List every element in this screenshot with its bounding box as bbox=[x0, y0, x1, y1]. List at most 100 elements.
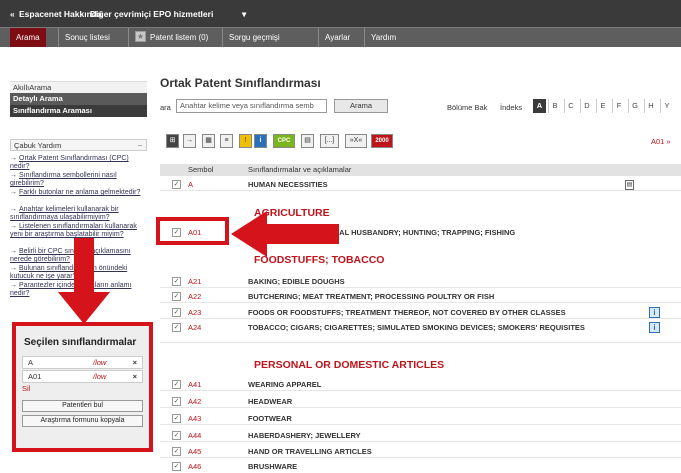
row-checkbox[interactable]: ✓ bbox=[172, 397, 181, 406]
search-input[interactable]: Anahtar kelime veya sınıflandırma semb bbox=[176, 99, 327, 113]
search-label: ara bbox=[160, 103, 171, 112]
table-row: ✓ A44 HABERDASHERY; JEWELLERY bbox=[160, 429, 681, 442]
class-code-link[interactable]: A42 bbox=[188, 395, 201, 408]
class-code-link[interactable]: A44 bbox=[188, 429, 201, 442]
remove-icon[interactable]: × bbox=[133, 357, 137, 368]
tab-query-history[interactable]: Sorgu geçmişi bbox=[222, 28, 286, 47]
class-description: HAND OR TRAVELLING ARTICLES bbox=[248, 447, 372, 456]
nav-advanced-search[interactable]: Detaylı Arama bbox=[10, 93, 147, 105]
star-icon: ★ bbox=[135, 31, 146, 43]
index-letter-h[interactable]: H bbox=[644, 99, 657, 113]
help-link[interactable]: → Ortak Patent Sınıflandırması (CPC) nedi… bbox=[10, 155, 145, 171]
tab-my-patents[interactable]: ★ Patent listem (0) bbox=[128, 28, 214, 47]
collapse-icon[interactable]: – bbox=[138, 139, 142, 151]
clear-link[interactable]: Sil bbox=[22, 384, 30, 393]
selected-code: A bbox=[28, 358, 34, 367]
table-row: ✓ A42 HEADWEAR bbox=[160, 395, 681, 408]
row-checkbox[interactable]: ✓ bbox=[172, 180, 181, 189]
next-class-link[interactable]: A01 » bbox=[651, 137, 671, 146]
class-description: HEADWEAR bbox=[248, 397, 293, 406]
class-description: BUTCHERING; MEAT TREATMENT; PROCESSING P… bbox=[248, 292, 495, 301]
chevron-down-icon[interactable]: ▾ bbox=[242, 9, 246, 20]
help-link[interactable]: → Anahtar kelimeleri kullanarak bir sınıf… bbox=[10, 206, 145, 222]
class-code-link[interactable]: A24 bbox=[188, 321, 201, 334]
row-checkbox[interactable]: ✓ bbox=[172, 447, 181, 456]
selected-code: A01 bbox=[28, 372, 42, 381]
class-code-link[interactable]: A43 bbox=[188, 412, 201, 425]
info-icon[interactable]: i bbox=[649, 322, 660, 333]
other-services-menu[interactable]: Diğer çevrimiçi EPO hizmetleri bbox=[90, 9, 213, 19]
document-icon[interactable]: ▤ bbox=[625, 180, 634, 190]
section-heading: PERSONAL OR DOMESTIC ARTICLES bbox=[254, 359, 445, 371]
class-code-link[interactable]: A22 bbox=[188, 290, 201, 303]
index-letter-e[interactable]: E bbox=[596, 99, 609, 113]
view-low-link[interactable]: /low bbox=[93, 371, 106, 382]
help-link[interactable]: → Sınıflandırma sembollerini nasıl girebi… bbox=[10, 172, 145, 188]
tab-settings[interactable]: Ayarlar bbox=[318, 28, 356, 47]
index-letter-f[interactable]: F bbox=[612, 99, 625, 113]
tab-result-list[interactable]: Sonuç listesi bbox=[58, 28, 116, 47]
class-code-link[interactable]: A45 bbox=[188, 445, 201, 458]
class-description: BRUSHWARE bbox=[248, 462, 298, 471]
search-button[interactable]: Arama bbox=[334, 99, 388, 113]
index-letter-a[interactable]: A bbox=[533, 99, 546, 113]
info-icon[interactable]: i bbox=[649, 307, 660, 318]
concordance-icon[interactable]: »X« bbox=[345, 134, 367, 148]
info-icon[interactable]: i bbox=[254, 134, 267, 148]
row-checkbox[interactable]: ✓ bbox=[172, 462, 181, 471]
table-row: ✓ A21 BAKING; EDIBLE DOUGHS bbox=[160, 275, 681, 288]
back-icon[interactable]: « bbox=[10, 9, 15, 19]
quick-help-title: Çabuk Yardım bbox=[14, 141, 62, 150]
arrow-left-icon bbox=[231, 211, 339, 257]
class-description: HUMAN NECESSITIES bbox=[248, 180, 328, 189]
nav-classification-search[interactable]: Sınıflandırma Araması bbox=[10, 105, 147, 117]
remove-icon[interactable]: × bbox=[133, 371, 137, 382]
quick-help-header[interactable]: Çabuk Yardım – bbox=[10, 139, 147, 151]
tab-help[interactable]: Yardım bbox=[364, 28, 402, 47]
class-code-link[interactable]: A41 bbox=[188, 378, 201, 391]
tab-search[interactable]: Arama bbox=[10, 28, 46, 47]
column-description: Sınıflandırmalar ve açıklamalar bbox=[248, 165, 352, 174]
help-link[interactable]: → Listelenen sınıflandırmaları kullanarak… bbox=[10, 223, 145, 239]
row-checkbox[interactable]: ✓ bbox=[172, 308, 181, 317]
class-code-link[interactable]: A bbox=[188, 178, 193, 191]
grid-view-icon[interactable]: ▦ bbox=[202, 134, 215, 148]
table-icon[interactable]: ▤ bbox=[301, 134, 314, 148]
row-checkbox[interactable]: ✓ bbox=[172, 277, 181, 286]
expand-all-icon[interactable]: ⊞ bbox=[166, 134, 179, 148]
table-row: ✓ A24 TOBACCO; CIGARS; CIGARETTES; SIMUL… bbox=[160, 321, 681, 343]
selected-row: A /low × bbox=[22, 356, 143, 369]
index-letter-y[interactable]: Y bbox=[660, 99, 673, 113]
table-row: ✓ A43 FOOTWEAR bbox=[160, 412, 681, 425]
index-letter-c[interactable]: C bbox=[564, 99, 577, 113]
year-2000-icon[interactable]: 2000 bbox=[371, 134, 393, 148]
row-checkbox[interactable]: ✓ bbox=[172, 292, 181, 301]
brackets-icon[interactable]: [...] bbox=[320, 134, 339, 148]
class-description: BAKING; EDIBLE DOUGHS bbox=[248, 277, 345, 286]
copy-to-search-form-button[interactable]: Araştırma formunu kopyala bbox=[22, 415, 143, 427]
class-description: FOOTWEAR bbox=[248, 414, 292, 423]
find-patents-button[interactable]: Patentleri bul bbox=[22, 400, 143, 412]
index-letter-g[interactable]: G bbox=[628, 99, 641, 113]
nav-smart-search[interactable]: AkıllıArama bbox=[10, 81, 147, 93]
view-low-link[interactable]: /low bbox=[93, 357, 106, 368]
cpc-icon[interactable]: CPC bbox=[273, 134, 295, 148]
table-row: ✓ A46 BRUSHWARE bbox=[160, 460, 681, 473]
index-letter-d[interactable]: D bbox=[580, 99, 593, 113]
class-code-link[interactable]: A46 bbox=[188, 460, 201, 473]
row-checkbox[interactable]: ✓ bbox=[172, 414, 181, 423]
row-checkbox[interactable]: ✓ bbox=[172, 380, 181, 389]
class-description: ANIMAL HUSBANDRY; HUNTING; TRAPPING; FIS… bbox=[320, 228, 516, 237]
arrow-right-icon[interactable]: → bbox=[183, 134, 196, 148]
row-checkbox[interactable]: ✓ bbox=[172, 323, 181, 332]
selected-classifications-title: Seçilen sınıflandırmalar bbox=[24, 337, 137, 348]
list-view-icon[interactable]: ≡ bbox=[220, 134, 233, 148]
class-description: TOBACCO; CIGARS; CIGARETTES; SIMULATED S… bbox=[248, 323, 585, 332]
index-letter-b[interactable]: B bbox=[548, 99, 561, 113]
help-link[interactable]: → Farklı butonlar ne anlama gelmektedir? bbox=[10, 189, 145, 197]
row-checkbox[interactable]: ✓ bbox=[172, 431, 181, 440]
class-code-link[interactable]: A21 bbox=[188, 275, 201, 288]
class-code-link[interactable]: A23 bbox=[188, 306, 201, 319]
warning-icon[interactable]: ! bbox=[239, 134, 252, 148]
tab-my-patents-label: Patent listem (0) bbox=[150, 33, 209, 42]
